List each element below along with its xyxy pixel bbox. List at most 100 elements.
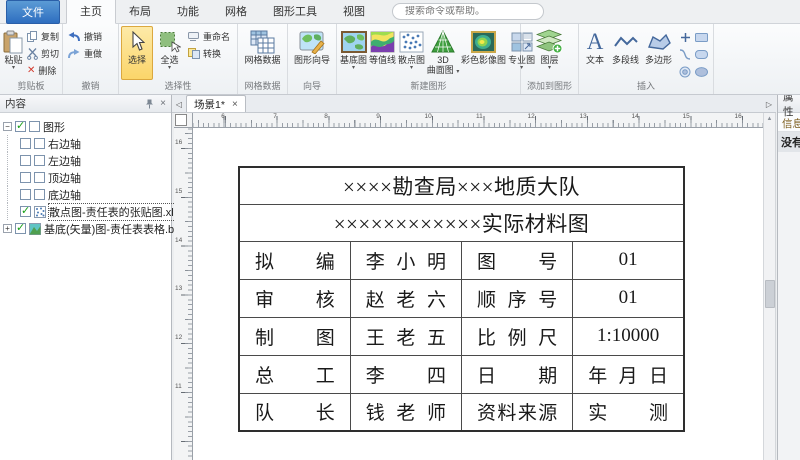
copy-button[interactable]: 复制 [27,30,59,43]
tab-view[interactable]: 视图 [330,0,378,23]
ribbon-group-grid-data: 网格数据 网格数据 [238,24,288,94]
tree-item-bottom-axis[interactable]: 底边轴 [3,186,169,203]
scatter-thumbnail-icon [34,206,46,218]
grid-data-button[interactable]: 网格数据 [240,26,285,80]
ribbon: 粘贴 ▾ 复制 剪切 ✕ 删除 [0,24,800,95]
ribbon-group-insert: A 文本 多段线 多边形 [579,24,714,94]
sheet-cell: 01 [573,241,684,279]
plus-shape-button[interactable] [677,29,693,46]
ruler-number: 11 [175,383,182,390]
contour-button[interactable]: 等值线 [368,26,397,80]
ruler-number: 13 [175,285,182,292]
cut-button[interactable]: 剪切 [27,47,59,60]
tree-item-label: 基底(矢量)图-责任表表格.blr [44,221,180,237]
checkbox-icon[interactable] [34,155,45,166]
properties-panel: 属性 信息 没有 [777,95,800,460]
select-all-button[interactable]: 全选 ▾ [153,26,186,80]
checkbox-icon[interactable] [20,189,31,200]
scroll-up-icon[interactable]: ▲ [764,113,775,126]
close-tab-icon[interactable]: × [232,99,238,110]
polyline-button[interactable]: 多段线 [609,26,642,80]
scrollbar-thumb[interactable] [765,280,775,308]
plus-icon [680,32,691,43]
text-icon: A [587,28,604,55]
text-button[interactable]: A 文本 [581,26,609,80]
sheet-cell: 日期 [462,355,573,393]
graph-wizard-button[interactable]: 图形向导 [290,26,334,80]
ribbon-group-selection: 选择 全选 ▾ 重命名 转换 [119,24,238,94]
base-map-thumbnail-icon [29,223,41,235]
select-button[interactable]: 选择 [121,26,153,80]
sheet-cell: 01 [573,279,684,317]
checkbox-icon[interactable] [34,189,45,200]
rectangle-shape-button[interactable] [693,29,709,46]
tab-scroll-right-icon[interactable]: ▷ [762,100,776,112]
checkbox-icon[interactable] [34,172,45,183]
ruler-number: 7 [273,113,277,120]
ruler-corner-box [174,113,193,128]
color-image-button[interactable]: 彩色影像图 [460,26,507,80]
base-map-button[interactable]: 基底图 ▾ [339,26,368,80]
ellipse-shape-button[interactable] [693,63,709,80]
scatter-plot-icon [399,28,424,55]
ellipse-icon [695,67,708,77]
tab-graphics-tools[interactable]: 图形工具 [260,0,330,23]
delete-icon: ✕ [27,65,35,76]
sheet-cell: 图号 [462,241,573,279]
properties-panel-header: 属性 [778,95,800,113]
rename-button[interactable]: 重命名 [188,30,230,43]
tab-grid[interactable]: 网格 [212,0,260,23]
surface-3d-button[interactable]: 3D 曲面图 ▾ [426,26,460,80]
tab-scroll-left-icon[interactable]: ◁ [172,100,186,112]
tree-item-base-map[interactable]: + ✓ 基底(矢量)图-责任表表格.blr [3,220,169,237]
tree-item-label: 图形 [43,119,65,135]
checkbox-icon[interactable] [34,138,45,149]
vertical-scrollbar[interactable]: ▲ [763,113,776,460]
undo-button[interactable]: 撤销 [67,30,102,43]
content-tree: − ✓ 图形 右边轴 左边轴 顶边轴 [0,113,171,237]
properties-tab-info[interactable]: 信息 [778,113,800,132]
tab-home[interactable]: 主页 [66,0,116,24]
search-box[interactable] [392,3,544,20]
sheet-cell: 制图 [239,317,350,355]
checkbox-checked-icon[interactable]: ✓ [15,121,26,132]
layer-button[interactable]: 图层 ▾ [530,26,570,80]
title-block-table[interactable]: ××××勘查局×××地质大队 ××××××××××××实际材料图 拟编 李小明 … [238,166,685,432]
file-tab[interactable]: 文件 [6,0,60,24]
collapse-icon[interactable]: − [3,122,12,131]
tab-layout[interactable]: 布局 [116,0,164,23]
tree-item-scatter-plot[interactable]: ✓ 散点图-责任表的张贴图.xls [3,203,169,220]
rounded-rectangle-shape-button[interactable] [693,46,709,63]
search-input[interactable] [405,6,537,17]
redo-button[interactable]: 重做 [67,47,102,60]
tab-function[interactable]: 功能 [164,0,212,23]
concentric-circles-button[interactable] [677,63,693,80]
tree-item-right-axis[interactable]: 右边轴 [3,135,169,152]
document-tab[interactable]: 场景1* × [186,95,246,112]
delete-button[interactable]: ✕ 删除 [27,64,59,77]
paste-button[interactable]: 粘贴 ▾ [2,26,25,80]
scatter-plot-button[interactable]: 散点图 ▾ [397,26,426,80]
tree-item-graphics[interactable]: − ✓ 图形 [3,118,169,135]
close-panel-icon[interactable]: × [160,99,166,109]
checkbox-icon[interactable] [20,138,31,149]
vertical-ruler: 16 15 14 13 12 11 [174,128,193,460]
checkbox-checked-icon[interactable]: ✓ [15,223,26,234]
checkbox-icon[interactable] [29,121,40,132]
checkbox-icon[interactable] [20,155,31,166]
convert-icon [188,48,200,59]
tree-item-label: 左边轴 [48,153,81,169]
checkbox-icon[interactable] [20,172,31,183]
convert-button[interactable]: 转换 [188,47,230,60]
sheet-cell: 拟编 [239,241,350,279]
pin-icon[interactable] [145,99,154,109]
spline-shape-button[interactable] [677,46,693,63]
drawing-canvas[interactable]: ××××勘查局×××地质大队 ××××××××××××实际材料图 拟编 李小明 … [193,128,763,460]
paste-icon [3,28,23,55]
checkbox-checked-icon[interactable]: ✓ [20,206,31,217]
polygon-button[interactable]: 多边形 [642,26,675,80]
expand-icon[interactable]: + [3,224,12,233]
tree-item-top-axis[interactable]: 顶边轴 [3,169,169,186]
tree-item-left-axis[interactable]: 左边轴 [3,152,169,169]
ruler-number: 16 [175,139,182,146]
